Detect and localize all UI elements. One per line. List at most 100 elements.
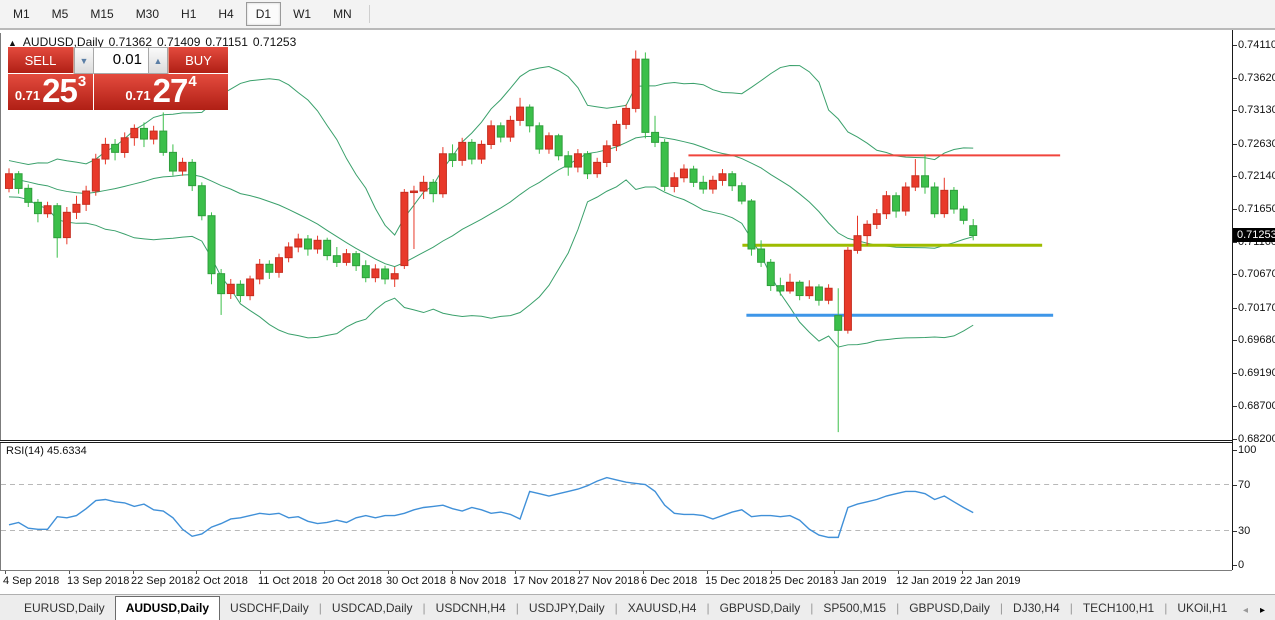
candle-body xyxy=(131,128,138,137)
timeframe-button-h1[interactable]: H1 xyxy=(171,2,206,26)
candle-body xyxy=(594,162,601,173)
chart-tab-xauusd-6[interactable]: XAUUSD,H4 xyxy=(618,597,707,620)
candle-body xyxy=(459,142,466,160)
candle-body xyxy=(864,224,871,235)
price-axis-label: 0.71650 xyxy=(1238,203,1275,215)
date-axis-label: 3 Jan 2019 xyxy=(832,575,886,587)
price-axis-label: 0.70670 xyxy=(1238,268,1275,280)
candle-body xyxy=(922,176,929,187)
candle-body xyxy=(574,154,581,167)
timeframe-button-d1[interactable]: D1 xyxy=(246,2,281,26)
close-value: 0.71253 xyxy=(253,35,296,49)
timeframe-button-h4[interactable]: H4 xyxy=(208,2,243,26)
timeframe-button-mn[interactable]: MN xyxy=(323,2,362,26)
date-tick xyxy=(260,571,261,574)
rsi-chart[interactable] xyxy=(0,443,1232,570)
candle-body xyxy=(198,186,205,216)
candle-body xyxy=(314,240,321,249)
price-axis[interactable]: 0.741100.736200.731300.726300.721400.716… xyxy=(1232,30,1275,570)
date-tick xyxy=(643,571,644,574)
date-axis-label: 6 Dec 2018 xyxy=(641,575,697,587)
volume-increase-button[interactable]: ▲ xyxy=(148,47,168,74)
candle-body xyxy=(796,282,803,295)
candle-body xyxy=(623,108,630,124)
chart-tab-usdcad-3[interactable]: USDCAD,Daily xyxy=(322,597,423,620)
buy-price-pip: 4 xyxy=(188,73,196,90)
timeframe-button-w1[interactable]: W1 xyxy=(283,2,321,26)
candle-body xyxy=(786,282,793,291)
volume-input[interactable]: 0.01 xyxy=(94,47,148,74)
date-axis-label: 4 Sep 2018 xyxy=(3,575,59,587)
candle-body xyxy=(439,154,446,194)
timeframe-button-m15[interactable]: M15 xyxy=(80,2,123,26)
date-tick xyxy=(5,571,6,574)
date-axis-label: 2 Oct 2018 xyxy=(194,575,248,587)
candle-body xyxy=(815,287,822,300)
tab-scroll-controls: ◂ ▸ xyxy=(1243,605,1275,620)
candle-body xyxy=(275,258,282,273)
candle-body xyxy=(873,214,880,225)
candle-body xyxy=(324,240,331,255)
candle-body xyxy=(729,174,736,186)
candle-body xyxy=(690,169,697,182)
candle-body xyxy=(902,187,909,211)
timeframe-button-m1[interactable]: M1 xyxy=(3,2,40,26)
chart-tab-gbpusd-9[interactable]: GBPUSD,Daily xyxy=(899,597,1000,620)
timeframe-button-m30[interactable]: M30 xyxy=(126,2,169,26)
candle-body xyxy=(613,124,620,145)
candle-body xyxy=(160,131,167,152)
volume-decrease-button[interactable]: ▼ xyxy=(74,47,94,74)
date-tick xyxy=(707,571,708,574)
sell-price-main: 25 xyxy=(42,76,77,106)
candle-body xyxy=(941,190,948,213)
rsi-indicator-label: RSI(14) 45.6334 xyxy=(6,445,87,457)
date-axis-label: 11 Oct 2018 xyxy=(258,575,317,587)
chart-tab-usdcnh-4[interactable]: USDCNH,H4 xyxy=(426,597,516,620)
candle-body xyxy=(680,169,687,178)
tab-scroll-left-icon[interactable]: ◂ xyxy=(1243,605,1248,616)
candle-body xyxy=(112,144,119,152)
candle-body xyxy=(34,202,41,213)
candle-body xyxy=(844,250,851,330)
buy-price-button[interactable]: 0.71274 xyxy=(94,74,228,110)
chart-tab-usdjpy-5[interactable]: USDJPY,Daily xyxy=(519,597,615,620)
sell-button[interactable]: SELL xyxy=(8,47,74,74)
candle-body xyxy=(102,144,109,159)
price-axis-label: 0.70170 xyxy=(1238,302,1275,314)
tab-scroll-right-icon[interactable]: ▸ xyxy=(1260,605,1265,616)
price-axis-label: 0.73620 xyxy=(1238,72,1275,84)
rsi-line xyxy=(9,478,973,538)
chart-tab-tech100-11[interactable]: TECH100,H1 xyxy=(1073,597,1164,620)
timeframe-button-m5[interactable]: M5 xyxy=(42,2,79,26)
candle-body xyxy=(256,264,263,279)
date-axis[interactable]: 4 Sep 201813 Sep 201822 Sep 20182 Oct 20… xyxy=(0,570,1232,594)
chart-tab-usdchf-2[interactable]: USDCHF,Daily xyxy=(220,597,319,620)
candle-body xyxy=(970,226,977,236)
candle-body xyxy=(806,287,813,296)
candle-body xyxy=(391,274,398,279)
candle-body xyxy=(497,126,504,137)
chart-tab-audusd-1[interactable]: AUDUSD,Daily xyxy=(115,596,220,620)
candle-body xyxy=(671,178,678,187)
candle-body xyxy=(382,269,389,279)
chart-tab-ukoil-12[interactable]: UKOil,H1 xyxy=(1167,597,1237,620)
chart-tab-eurusd-0[interactable]: EURUSD,Daily xyxy=(14,597,115,620)
chart-tab-sp500-8[interactable]: SP500,M15 xyxy=(813,597,896,620)
rsi-axis-label: 100 xyxy=(1238,444,1256,456)
candle-body xyxy=(401,192,408,265)
candle-body xyxy=(420,182,427,191)
candle-body xyxy=(54,206,61,238)
sell-price-button[interactable]: 0.71253 xyxy=(8,74,94,110)
rsi-axis-label: 30 xyxy=(1238,525,1250,537)
candle-body xyxy=(410,191,417,192)
buy-button[interactable]: BUY xyxy=(168,47,228,74)
candle-body xyxy=(700,182,707,189)
price-axis-label: 0.68700 xyxy=(1238,400,1275,412)
candle-body xyxy=(15,174,22,189)
candle-body xyxy=(931,187,938,214)
candle-body xyxy=(912,176,919,187)
chart-tab-gbpusd-7[interactable]: GBPUSD,Daily xyxy=(710,597,811,620)
candle-body xyxy=(227,284,234,293)
chart-tab-dj30-10[interactable]: DJ30,H4 xyxy=(1003,597,1070,620)
candle-body xyxy=(507,120,514,137)
